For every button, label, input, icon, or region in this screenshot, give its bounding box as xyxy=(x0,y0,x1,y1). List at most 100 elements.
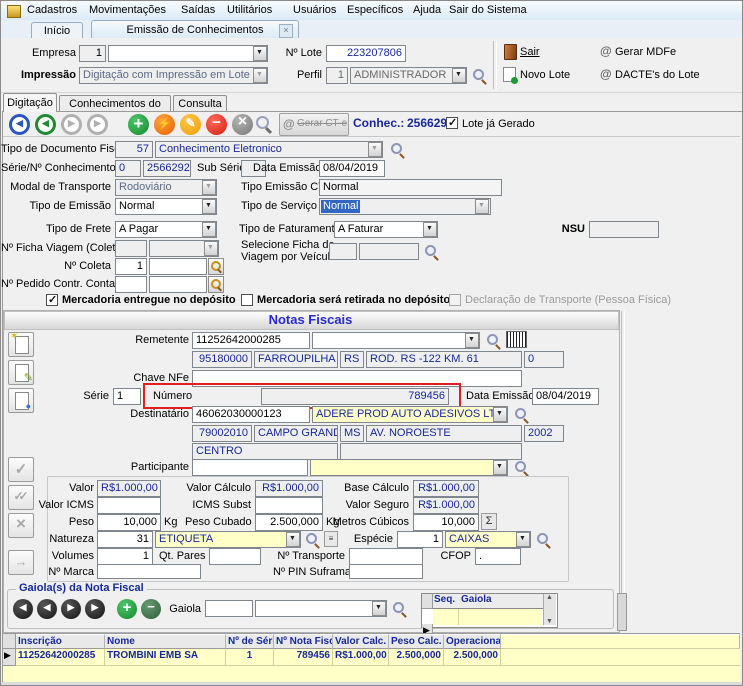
num-transporte-field[interactable] xyxy=(349,548,423,565)
natureza-search-icon[interactable] xyxy=(306,533,320,547)
volumes-field[interactable]: 1 xyxy=(97,548,153,565)
gaiola-add-button[interactable] xyxy=(117,599,137,619)
destinatario-search-icon[interactable] xyxy=(515,408,529,422)
menu-item-saidas[interactable]: Saídas xyxy=(181,4,215,16)
tab-inicio[interactable]: Início xyxy=(31,22,83,38)
col-header-serie[interactable]: Nº de Série xyxy=(226,634,274,649)
remetente-select[interactable] xyxy=(312,332,480,349)
pedido-field[interactable] xyxy=(149,276,207,293)
scroll-down-icon[interactable]: ▼ xyxy=(546,618,553,625)
empresa-dropdown-icon[interactable] xyxy=(253,46,267,61)
first-record-button[interactable] xyxy=(9,114,30,135)
nsu-field[interactable] xyxy=(589,221,659,238)
serie-nf-field[interactable]: 1 xyxy=(113,388,141,405)
col-header-nota-fiscal[interactable]: Nº Nota Fiscal xyxy=(274,634,333,649)
coleta-num-field[interactable]: 1 xyxy=(115,258,147,275)
remetente-dropdown-icon[interactable] xyxy=(465,333,479,348)
especie-dropdown-icon[interactable] xyxy=(516,532,530,547)
remetente-search-icon[interactable] xyxy=(487,334,501,348)
icms-subst-field[interactable] xyxy=(255,497,323,514)
gaiola-search-icon[interactable] xyxy=(393,602,407,616)
gaiola-row-gaiola-cell[interactable] xyxy=(459,609,542,625)
impressao-select[interactable]: Digitação com Impressão em Lote xyxy=(79,67,268,84)
menu-item-cadastros[interactable]: Cadastros xyxy=(27,4,77,16)
menu-item-usuarios[interactable]: Usuários xyxy=(293,4,336,16)
edit-nota-button[interactable] xyxy=(8,360,34,385)
tipo-emissao-dropdown-icon[interactable] xyxy=(202,199,216,214)
gaiola-dropdown-icon[interactable] xyxy=(372,601,386,616)
cell-inscricao[interactable]: 11252642000285 xyxy=(16,649,105,666)
col-header-inscricao[interactable]: Inscrição xyxy=(16,634,105,649)
coleta-field[interactable] xyxy=(149,258,207,275)
novo-lote-button[interactable]: Novo Lote xyxy=(520,69,570,81)
remetente-cnpj-field[interactable]: 11252642000285 xyxy=(192,332,310,349)
valor-calculo-field[interactable]: R$1.000,00 xyxy=(255,480,323,497)
lote-gerado-checkbox[interactable] xyxy=(446,117,458,129)
natureza-list-button[interactable]: ≡ xyxy=(324,531,338,547)
num-marca-field[interactable] xyxy=(97,564,201,579)
tipo-doc-num-field[interactable]: 57 xyxy=(115,141,153,158)
gaiola-gaiola-header[interactable]: Gaiola xyxy=(459,594,544,609)
gaiola-first-button[interactable]: ◀ xyxy=(13,599,33,619)
table-row-selector[interactable] xyxy=(3,649,16,666)
participante-select[interactable] xyxy=(310,459,508,476)
pedido-search-button[interactable] xyxy=(208,276,224,293)
close-tab-icon[interactable]: × xyxy=(279,24,293,38)
tipo-faturamento-dropdown-icon[interactable] xyxy=(423,222,437,237)
col-header-valor-calc[interactable]: Valor Calc. xyxy=(333,634,389,649)
tab-emissao-conhecimentos[interactable]: Emissão de Conhecimentos × xyxy=(91,20,299,38)
participante-field[interactable] xyxy=(192,459,308,476)
destinatario-dropdown-icon[interactable] xyxy=(493,407,507,422)
qt-pares-field[interactable] xyxy=(209,548,261,565)
gaiola-row-seq-cell[interactable] xyxy=(433,609,459,625)
valor-field[interactable]: R$1.000,00 xyxy=(97,480,161,497)
cell-nota-fiscal[interactable]: 789456 xyxy=(274,649,333,666)
coleta-search-button[interactable] xyxy=(208,258,224,275)
cell-nome[interactable]: TROMBINI EMB SA xyxy=(105,649,226,666)
new-nota-button[interactable] xyxy=(8,332,34,357)
gaiola-remove-button[interactable] xyxy=(141,599,161,619)
destinatario-select[interactable]: ADERE PROD AUTO ADESIVOS LTDA xyxy=(312,406,508,423)
valor-seguro-field[interactable]: R$1.000,00 xyxy=(413,497,479,514)
conhecimento-num-field[interactable]: 2566292 xyxy=(143,160,191,177)
empresa-select[interactable] xyxy=(108,45,268,62)
natureza-num-field[interactable]: 31 xyxy=(97,531,153,548)
scroll-up-icon[interactable]: ▲ xyxy=(546,594,553,601)
cell-serie[interactable]: 1 xyxy=(226,649,274,666)
sair-button[interactable]: Sair xyxy=(520,46,540,58)
natureza-select[interactable]: ETIQUETA xyxy=(155,531,301,548)
perfil-search-icon[interactable] xyxy=(473,69,487,83)
menu-item-utilitarios[interactable]: Utilitários xyxy=(227,4,272,16)
data-emissao-nf-field[interactable]: 08/04/2019 xyxy=(532,388,599,405)
chave-nfe-field[interactable] xyxy=(192,370,522,387)
cell-valor-calc[interactable]: R$1.000,00 xyxy=(333,649,389,666)
cell-peso-calc[interactable]: 2.500,000 xyxy=(389,649,444,666)
gaiola-grid-scrollbar[interactable]: ▲ ▼ xyxy=(543,594,556,625)
participante-search-icon[interactable] xyxy=(515,461,529,475)
subtab-digitacao[interactable]: Digitação xyxy=(3,93,57,112)
especie-num-field[interactable]: 1 xyxy=(397,531,443,548)
cell-operacional[interactable]: 2.500,000 xyxy=(444,649,501,666)
cancel-record-button[interactable] xyxy=(232,114,253,135)
menu-item-movimentacoes[interactable]: Movimentações xyxy=(89,4,166,16)
peso-field[interactable]: 10,000 xyxy=(97,514,161,531)
ficha-veiculo-search-icon[interactable] xyxy=(425,245,439,259)
perfil-num-field[interactable]: 1 xyxy=(326,67,348,84)
add-record-button[interactable] xyxy=(128,114,149,135)
nlote-field[interactable]: 223207806 xyxy=(326,45,406,62)
participante-dropdown-icon[interactable] xyxy=(493,460,507,475)
tipo-doc-search-icon[interactable] xyxy=(391,143,405,157)
tipo-emissao-cte-field[interactable]: Normal xyxy=(319,179,502,196)
metros-cubicos-field[interactable]: 10,000 xyxy=(413,514,479,531)
gerar-mdfe-button[interactable]: Gerar MDFe xyxy=(615,46,676,58)
tipo-frete-dropdown-icon[interactable] xyxy=(202,222,216,237)
valor-icms-field[interactable] xyxy=(97,497,161,514)
sum-button[interactable]: Σ xyxy=(481,513,497,530)
pin-suframa-field[interactable] xyxy=(349,564,423,579)
mercadoria-retirada-checkbox[interactable] xyxy=(241,294,253,306)
tipo-doc-select[interactable]: Conhecimento Eletronico xyxy=(155,141,383,158)
natureza-dropdown-icon[interactable] xyxy=(286,532,300,547)
gaiola-next-button[interactable]: ▶ xyxy=(61,599,81,619)
delete-record-button[interactable] xyxy=(206,114,227,135)
gaiola-prev-button[interactable]: ◀ xyxy=(37,599,57,619)
